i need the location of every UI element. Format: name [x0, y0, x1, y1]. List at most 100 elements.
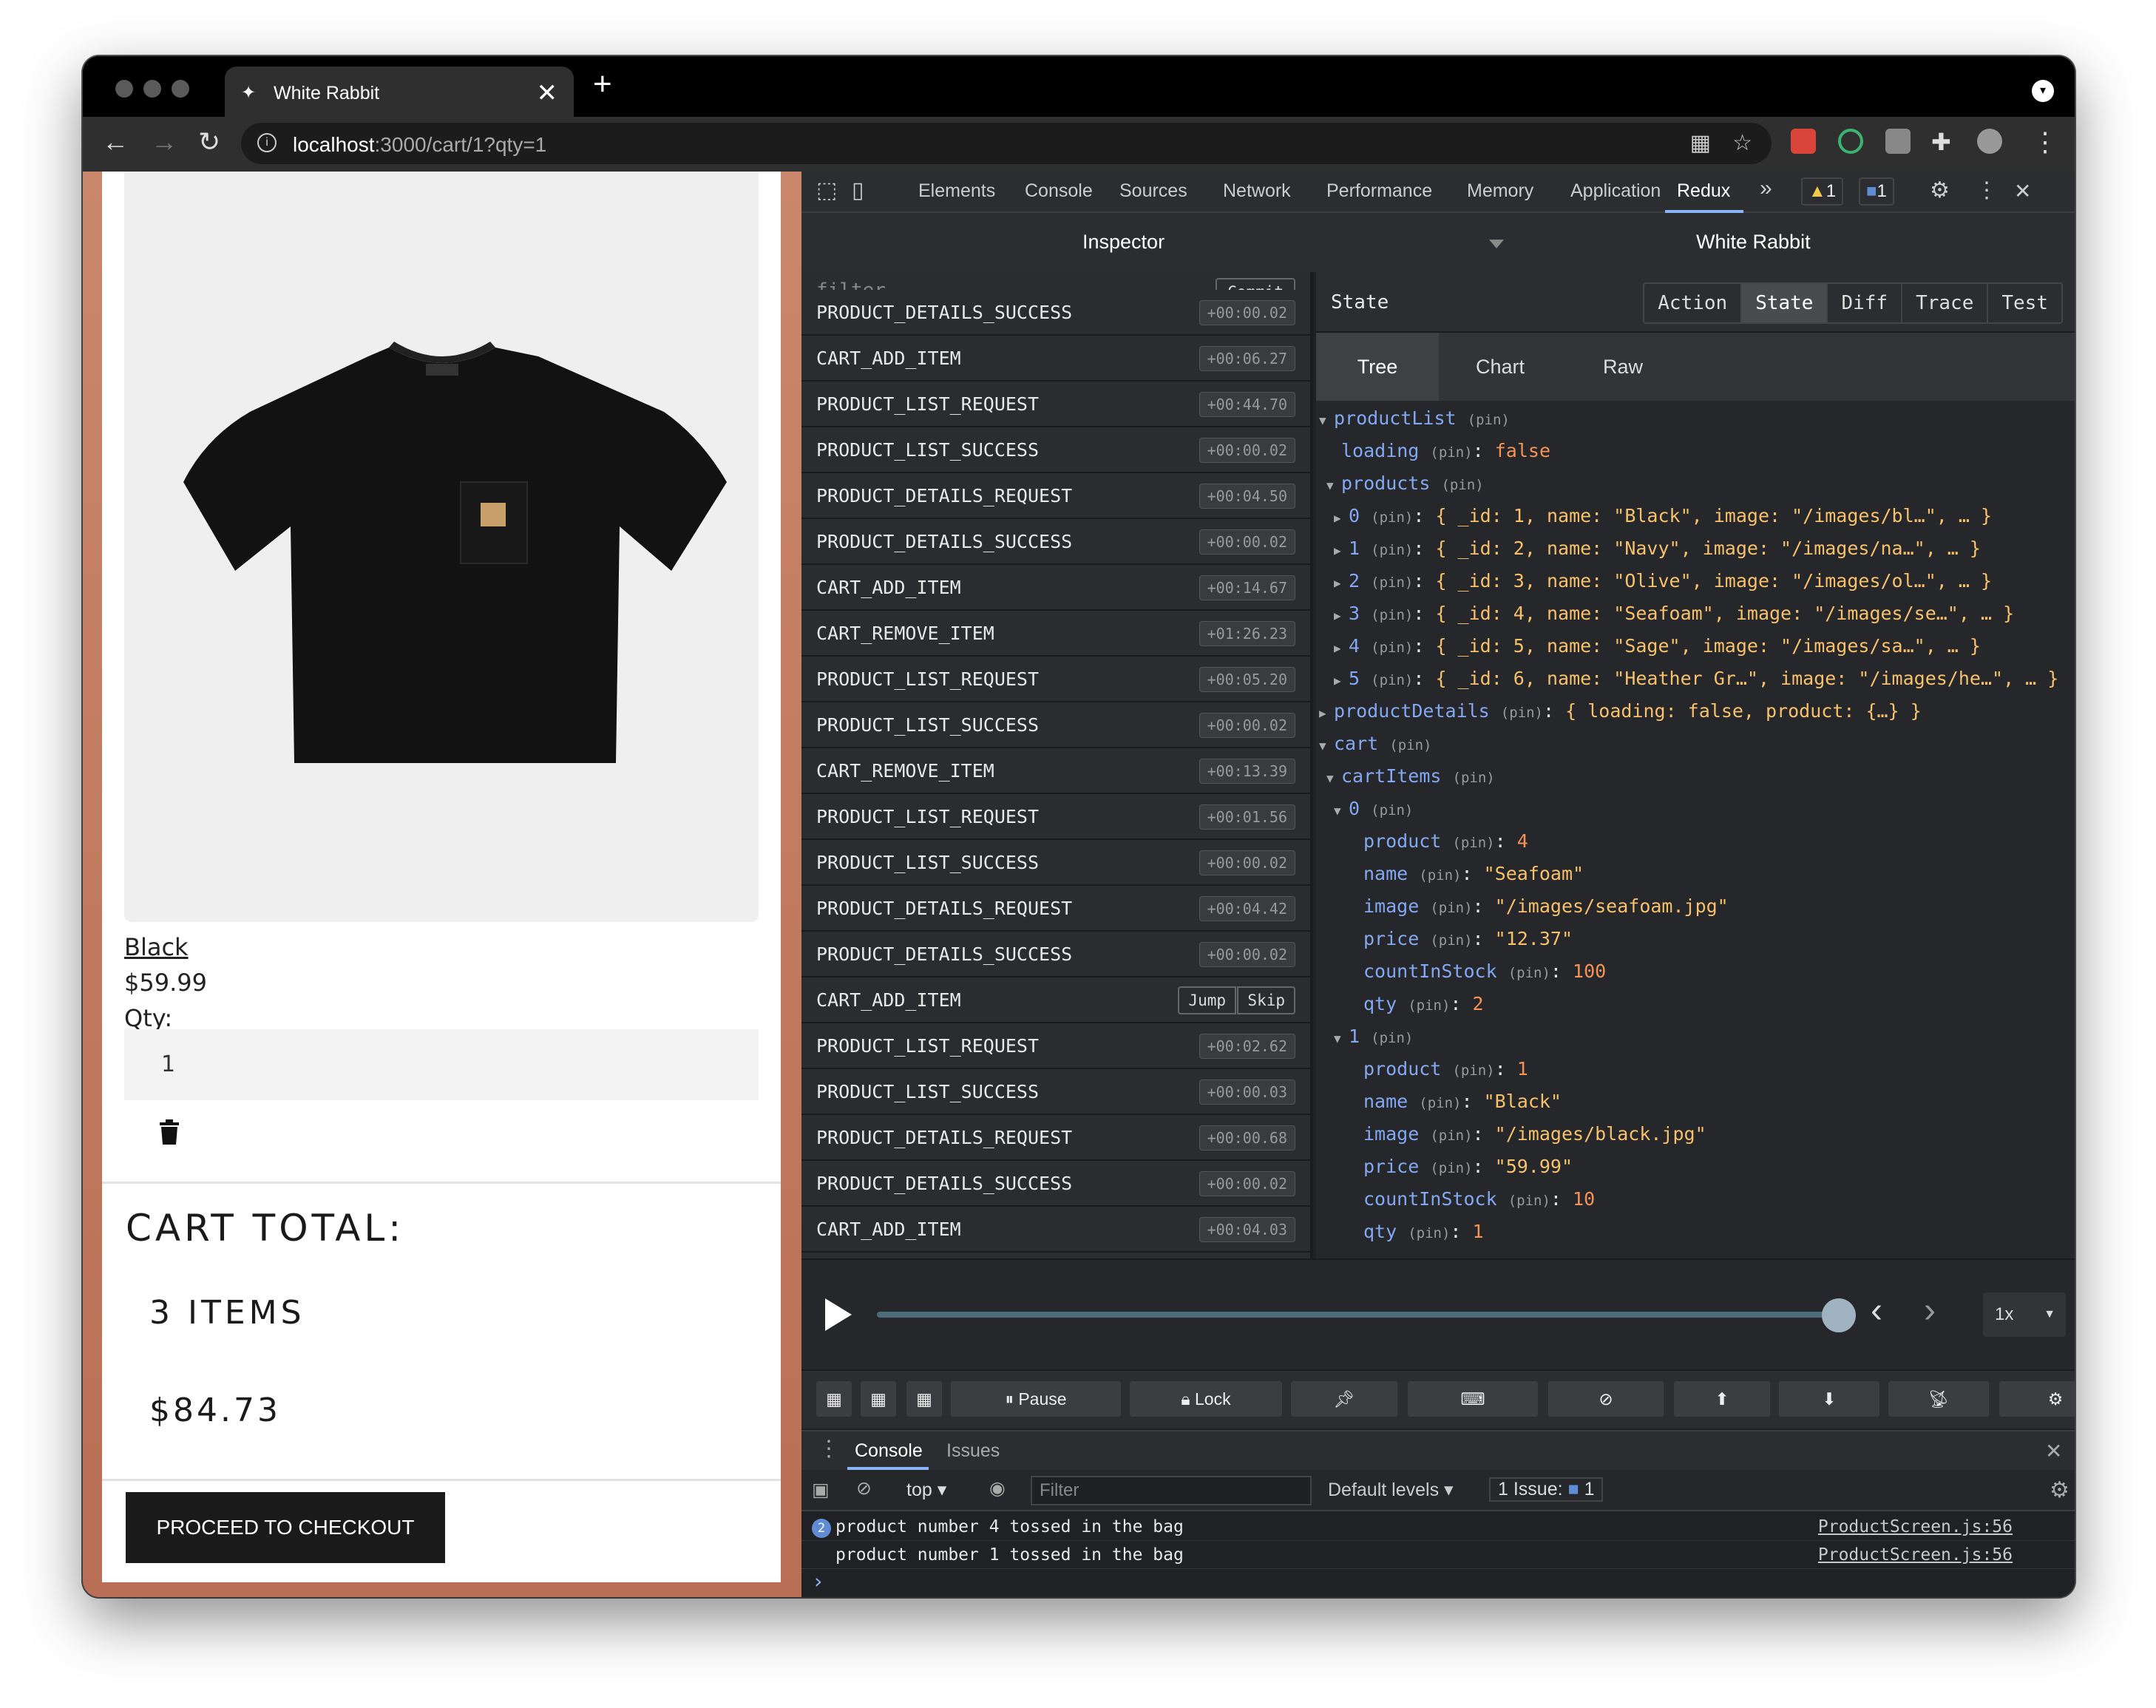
pin-link[interactable]: (pin) [1408, 1225, 1450, 1241]
collapsed-arrow-icon[interactable]: ▶ [1334, 600, 1349, 632]
pin-link[interactable]: (pin) [1419, 867, 1461, 884]
pin-icon[interactable]: 📌︎ [1291, 1381, 1397, 1417]
pin-link[interactable]: (pin) [1468, 412, 1510, 428]
action-row[interactable]: PRODUCT_LIST_SUCCESS +00:00.02 [801, 840, 1310, 886]
state-tree-node[interactable]: ▼ cartItems (pin) [1326, 760, 1495, 793]
lock-button[interactable]: 🔒︎ Lock [1130, 1381, 1282, 1417]
extension-icon[interactable] [1791, 129, 1816, 154]
console-prompt[interactable]: › [812, 1569, 824, 1593]
extensions-puzzle-icon[interactable]: ✚ [1931, 127, 1951, 157]
close-window-button[interactable] [115, 80, 133, 98]
state-mode-button[interactable]: State [1742, 284, 1828, 322]
pin-link[interactable]: (pin) [1501, 705, 1543, 721]
pin-link[interactable]: (pin) [1453, 770, 1495, 786]
trash-icon[interactable] [158, 1119, 180, 1145]
state-tree-node[interactable]: ▼ 1 (pin) [1334, 1020, 1413, 1053]
action-row[interactable]: PRODUCT_DETAILS_SUCCESS +00:00.02 [801, 519, 1310, 565]
settings-icon[interactable]: ⚙ [1999, 1381, 2075, 1417]
log-source-link[interactable]: ProductScreen.js:56 [1818, 1517, 2013, 1536]
pin-link[interactable]: (pin) [1430, 444, 1472, 461]
tab-memory[interactable]: Memory [1467, 180, 1533, 202]
action-row[interactable]: PRODUCT_LIST_REQUEST +00:01.56 [801, 794, 1310, 840]
address-bar[interactable]: i localhost:3000/cart/1?qty=1 ▦ ☆ [241, 123, 1772, 164]
product-name-link[interactable]: Black [124, 933, 189, 961]
pin-link[interactable]: (pin) [1430, 1128, 1472, 1144]
chevron-down-icon[interactable] [1489, 240, 1504, 248]
live-expression-eye-icon[interactable]: ◉ [989, 1477, 1006, 1499]
action-row[interactable]: CART_ADD_ITEM +00:06.27 [801, 336, 1310, 382]
settings-gear-icon[interactable]: ⚙ [1930, 177, 1950, 203]
collapsed-arrow-icon[interactable]: ▶ [1334, 567, 1349, 600]
log-source-link[interactable]: ProductScreen.js:56 [1818, 1545, 2013, 1565]
url-text[interactable]: localhost:3000/cart/1?qty=1 [293, 133, 546, 157]
action-row[interactable]: PRODUCT_DETAILS_REQUEST +00:00.68 [801, 1115, 1310, 1161]
state-tree-node[interactable]: ▶ 5 (pin): { _id: 6, name: "Heather Gr…",… [1334, 662, 2058, 695]
tab-sources[interactable]: Sources [1119, 180, 1187, 202]
monitor-select[interactable]: Inspector [1082, 231, 1165, 254]
state-tree-node[interactable]: ▼ products (pin) [1326, 467, 1484, 500]
chart-tab[interactable]: Chart [1439, 333, 1562, 401]
pin-link[interactable]: (pin) [1430, 900, 1472, 916]
state-tree-node[interactable]: ▶ 0 (pin): { _id: 1, name: "Black", image… [1334, 500, 1992, 532]
trace-mode-button[interactable]: Trace [1902, 284, 1989, 322]
zoom-window-button[interactable] [172, 80, 189, 98]
tab-search-icon[interactable]: ▾ [2032, 80, 2054, 102]
site-info-icon[interactable]: i [257, 133, 277, 152]
export-icon[interactable]: ⬇ [1779, 1381, 1879, 1417]
action-mode-button[interactable]: Action [1644, 284, 1743, 322]
playback-speed-select[interactable]: 1x ▼ [1983, 1292, 2066, 1337]
collapsed-arrow-icon[interactable]: ▶ [1334, 665, 1349, 697]
expanded-arrow-icon[interactable]: ▼ [1326, 470, 1341, 502]
log-monitor-icon[interactable]: ▦ [816, 1381, 852, 1417]
pin-link[interactable]: (pin) [1371, 607, 1413, 623]
pin-link[interactable]: (pin) [1371, 640, 1413, 656]
minimize-window-button[interactable] [143, 80, 161, 98]
pin-link[interactable]: (pin) [1419, 1095, 1461, 1111]
pin-link[interactable]: (pin) [1389, 737, 1431, 753]
more-tabs-button[interactable]: » [1760, 176, 1772, 201]
collapsed-arrow-icon[interactable]: ▶ [1319, 697, 1334, 730]
pause-button[interactable]: ⏸ Pause [951, 1381, 1121, 1417]
pin-link[interactable]: (pin) [1508, 965, 1550, 981]
state-tree-node[interactable]: ▼ cart (pin) [1319, 728, 1431, 760]
action-row[interactable]: PRODUCT_DETAILS_SUCCESS +00:00.02 [801, 1161, 1310, 1207]
action-row[interactable]: CART_REMOVE_ITEM +01:26.23 [801, 611, 1310, 657]
skip-button[interactable]: Skip [1237, 986, 1295, 1014]
pin-link[interactable]: (pin) [1430, 932, 1472, 949]
tree-tab[interactable]: Tree [1316, 333, 1439, 401]
state-tree-node[interactable]: ▶ 3 (pin): { _id: 4, name: "Seafoam", ima… [1334, 597, 2014, 630]
action-row[interactable]: PRODUCT_LIST_REQUEST +00:02.62 [801, 1023, 1310, 1069]
instance-select[interactable]: White Rabbit [1696, 231, 1811, 254]
forward-arrow-icon[interactable]: → [151, 127, 177, 157]
chart-monitor-icon[interactable]: ▦ [906, 1381, 942, 1417]
action-row[interactable]: PRODUCT_DETAILS_REQUEST +00:04.42 [801, 886, 1310, 932]
expanded-arrow-icon[interactable]: ▼ [1334, 795, 1349, 827]
collapsed-arrow-icon[interactable]: ▶ [1334, 535, 1349, 567]
action-row[interactable]: CART_REMOVE_ITEM +00:13.39 [801, 748, 1310, 794]
tab-performance[interactable]: Performance [1326, 180, 1432, 202]
inspector-monitor-icon[interactable]: ▦ [861, 1381, 896, 1417]
tab-elements[interactable]: Elements [918, 180, 995, 202]
import-icon[interactable]: ⬆ [1674, 1381, 1770, 1417]
drawer-menu-icon[interactable]: ⋮ [818, 1436, 840, 1462]
action-row[interactable]: PRODUCT_LIST_SUCCESS +00:00.03 [801, 1069, 1310, 1115]
diff-mode-button[interactable]: Diff [1828, 284, 1903, 322]
qr-code-icon[interactable]: ▦ [1690, 130, 1711, 156]
console-settings-icon[interactable]: ⚙ [2050, 1477, 2069, 1503]
console-filter-input[interactable]: Filter [1031, 1476, 1312, 1505]
action-row[interactable]: PRODUCT_LIST_REQUEST +00:05.20 [801, 657, 1310, 702]
test-mode-button[interactable]: Test [1988, 284, 2061, 322]
action-row[interactable]: PRODUCT_LIST_REQUEST +00:44.70 [801, 382, 1310, 427]
pin-link[interactable]: (pin) [1371, 802, 1413, 819]
pin-link[interactable]: (pin) [1452, 1063, 1494, 1079]
browser-menu-icon[interactable]: ⋮ [2032, 127, 2058, 157]
expanded-arrow-icon[interactable]: ▼ [1319, 404, 1334, 437]
slider-track[interactable] [877, 1312, 1838, 1318]
pin-link[interactable]: (pin) [1441, 477, 1483, 493]
pin-link[interactable]: (pin) [1430, 1160, 1472, 1176]
pin-link[interactable]: (pin) [1452, 835, 1494, 851]
browser-tab[interactable]: ✦ White Rabbit ✕ [225, 67, 574, 118]
pin-link[interactable]: (pin) [1508, 1193, 1550, 1209]
devtools-menu-icon[interactable]: ⋮ [1976, 177, 1998, 203]
state-tree-node[interactable]: ▶ 4 (pin): { _id: 5, name: "Sage", image:… [1334, 630, 1981, 662]
